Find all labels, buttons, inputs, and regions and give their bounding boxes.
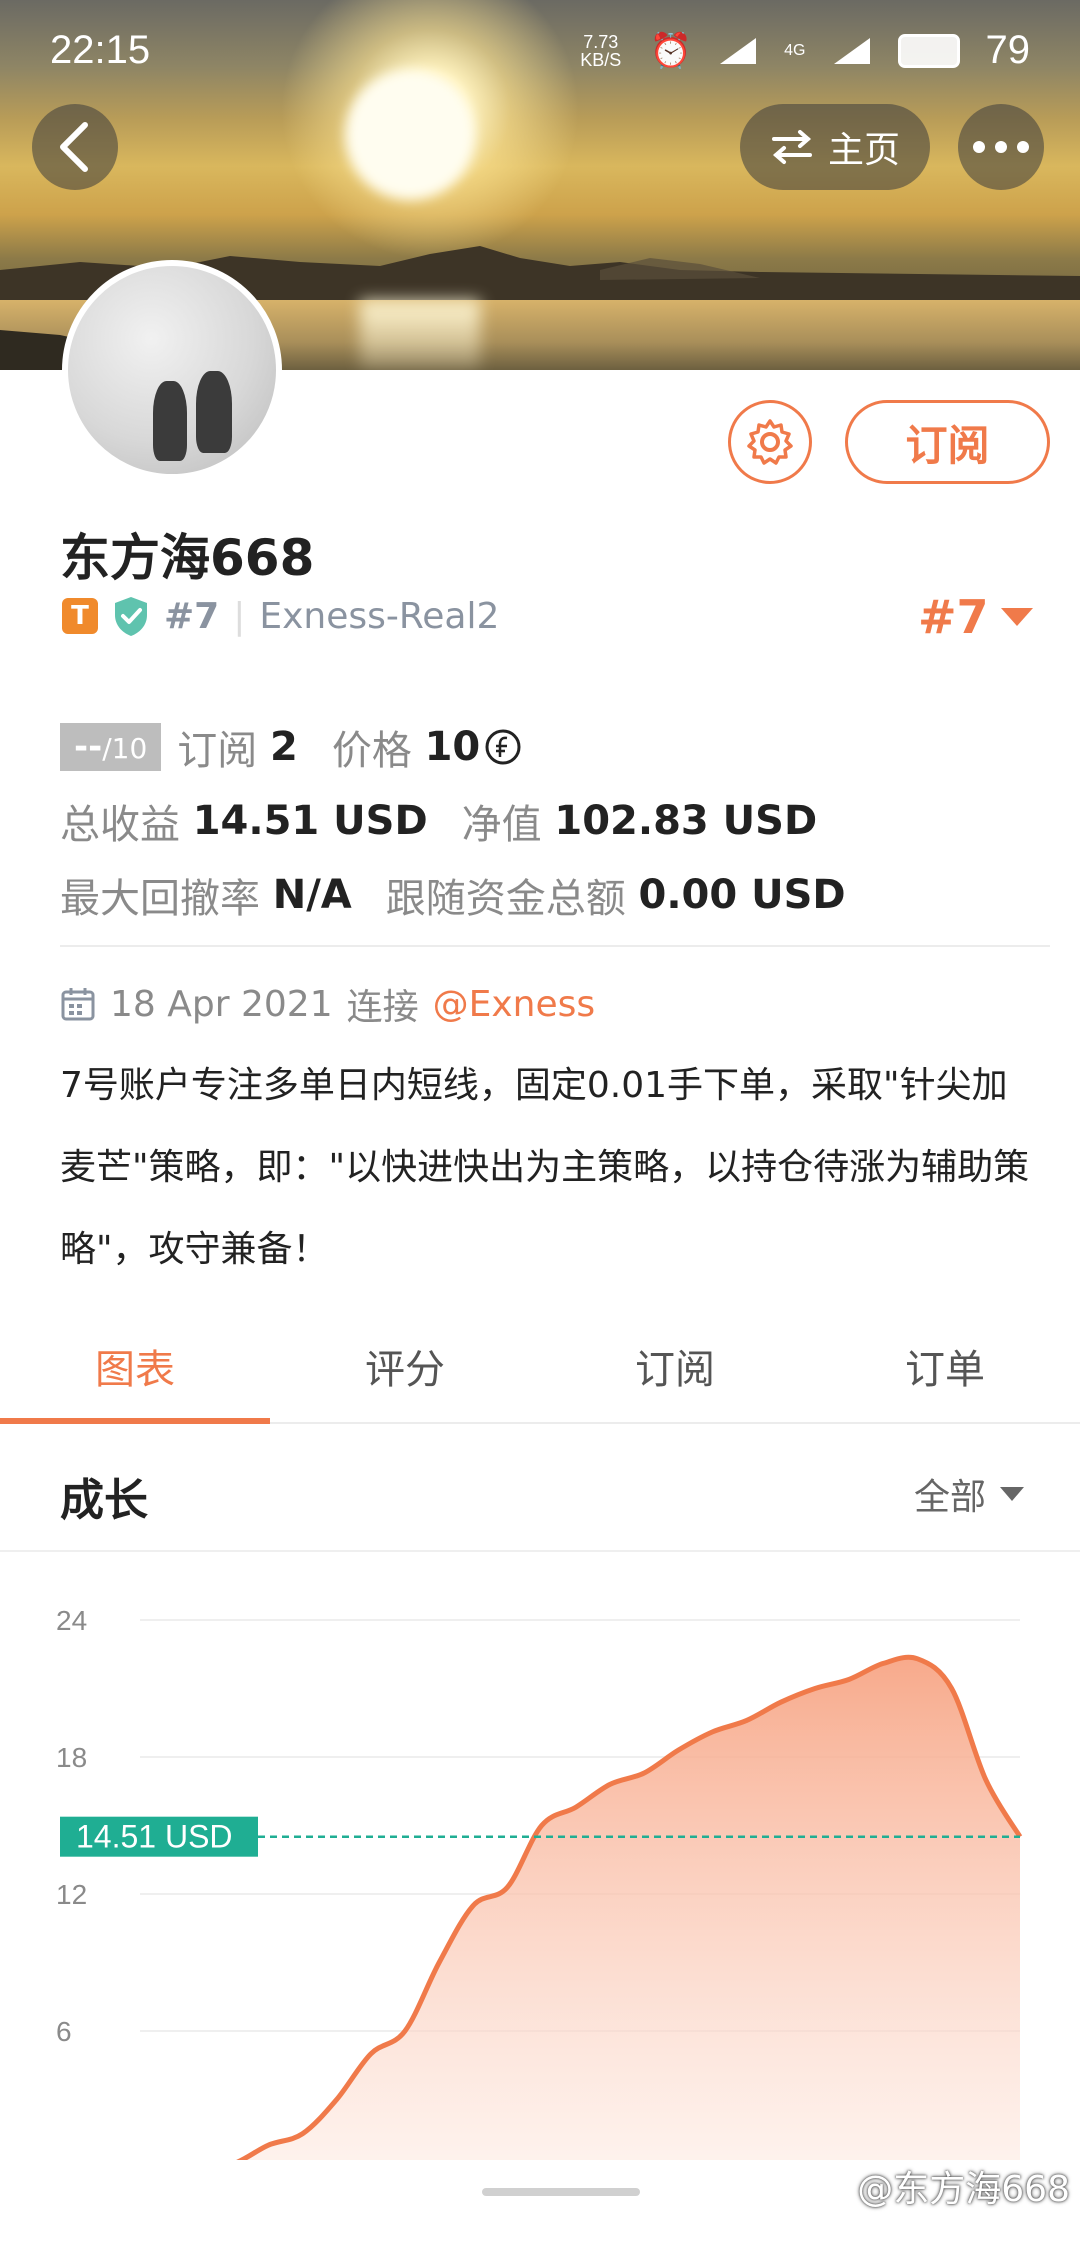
profile-name: 东方海668 [60,529,315,587]
swap-icon [771,130,812,164]
score-badge: -- /10 [60,723,162,771]
growth-section-header: 成长 全部 [0,1430,1080,1552]
network-type: 4G [784,41,806,59]
watermark: @东方海668 [857,2169,1070,2210]
calendar-icon [61,988,95,1021]
y-tick-label: 12 [56,1879,87,1910]
growth-chart: 24 18 12 6 14.51 USD [56,1605,1023,2160]
subscriptions-value: 2 [270,724,298,770]
connection-date: 18 Apr 2021 [110,983,333,1025]
profile-badges: T #7 | Exness-Real2 [62,595,499,637]
caret-down-icon [1000,1487,1024,1501]
verified-shield-icon [115,597,147,636]
status-icons: 7.73 KB/S ⏰ 4G 79 [578,28,1030,73]
section-title: 成长 [60,1475,148,1526]
y-tick-label: 6 [56,2016,72,2047]
battery-icon [897,33,960,68]
equity-value: 102.83 USD [554,798,818,844]
y-tick-label: 18 [56,1742,87,1773]
battery-level: 79 [985,28,1031,72]
avatar[interactable] [62,260,282,480]
current-value-label: 14.51 USD [76,1819,233,1855]
avatar-figure [196,371,232,453]
follow-funds-value: 0.00 USD [638,872,846,918]
account-description: 7号账户专注多单日内短线，固定0.01手下单，采取"针尖加麦芒"策略，即："以快… [60,1065,1030,1270]
level-badge: T [62,598,98,634]
server-name: Exness-Real2 [259,595,500,637]
subscriptions-label: 订阅 [177,728,258,774]
status-bar: 22:15 7.73 KB/S ⏰ 4G 79 [0,0,1080,110]
settings-button[interactable] [728,400,812,484]
caret-down-icon [1000,608,1033,626]
tab-orders[interactable]: 订单 [810,1310,1080,1422]
gear-icon [747,419,793,465]
stat-row-drawdown: 最大回撤率 N/A 跟随资金总额 0.00 USD [60,858,846,932]
connection-label: 连接 [346,987,419,1028]
price-label: 价格 [331,728,412,774]
home-button-label: 主页 [827,130,900,171]
tab-subscriptions[interactable]: 订阅 [540,1310,810,1422]
max-drawdown-value: N/A [272,872,352,918]
status-time: 22:15 [50,28,151,72]
net-speed-text: 7.73 KB/S [580,31,622,70]
alarm-icon: ⏰ [649,31,693,70]
separator: | [233,595,246,637]
signal-icon [720,37,757,64]
divider [60,945,1050,947]
stat-row-profit: 总收益 14.51 USD 净值 102.83 USD [60,784,846,858]
home-button[interactable]: 主页 [740,104,930,190]
tab-rating[interactable]: 评分 [270,1310,540,1422]
period-filter-label: 全部 [913,1477,986,1518]
rank-dropdown[interactable]: #7 [918,590,1033,644]
profile-rank: #7 [164,595,220,637]
y-tick-label: 24 [56,1605,87,1636]
follow-funds-label: 跟随资金总额 [385,876,626,922]
chart-area [200,1657,1020,2160]
tab-bar: 图表 评分 订阅 订单 [0,1310,1080,1424]
coin-icon [485,729,521,765]
score-max: /10 [102,732,148,765]
home-indicator[interactable] [482,2188,640,2196]
max-drawdown-label: 最大回撤率 [60,876,260,922]
total-profit-value: 14.51 USD [192,798,428,844]
equity-label: 净值 [461,802,542,848]
period-filter[interactable]: 全部 [914,1468,1024,1520]
score-value: -- [74,727,103,767]
more-dots-icon [973,141,1029,153]
stat-row-score: -- /10 订阅 2 价格 10 [60,710,846,784]
signal-icon-2 [833,37,870,64]
more-button[interactable] [958,104,1044,190]
broker-link[interactable]: @Exness [433,984,596,1025]
connection-info: 18 Apr 2021 连接 @Exness [60,978,595,1030]
tab-chart[interactable]: 图表 [0,1310,270,1424]
chevron-left-icon [60,122,88,172]
stats-block: -- /10 订阅 2 价格 10 总收益 14.51 USD 净值 102.8… [60,710,846,932]
rank-dropdown-label: #7 [918,590,989,644]
total-profit-label: 总收益 [60,802,180,848]
back-button[interactable] [32,104,118,190]
subscribe-button[interactable]: 订阅 [845,400,1050,484]
avatar-figure [153,381,187,461]
price-value: 10 [424,724,481,770]
